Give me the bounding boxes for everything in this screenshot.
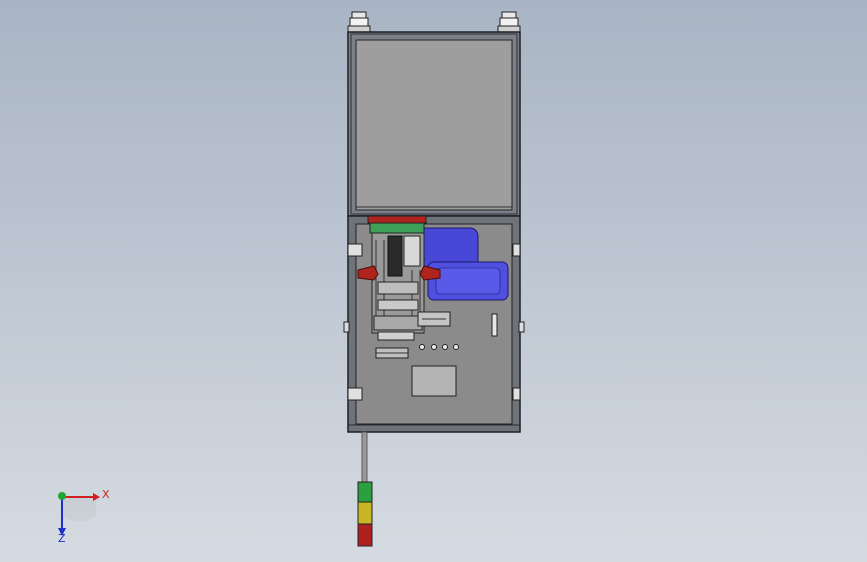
top-mount-left [347,11,371,33]
tower-light-yellow [357,501,373,525]
top-label-green [369,222,425,234]
tower-light-green [357,481,373,503]
signal-tower [357,431,373,547]
y-axis-icon [58,492,66,500]
top-label-red [367,215,427,224]
enclosure-upper [347,11,521,217]
side-connector [491,313,498,337]
z-axis-label: Z [58,532,66,545]
coordinate-triad[interactable]: X Z [58,488,110,545]
upper-window-panel [355,39,513,211]
cad-viewport[interactable]: X Z [0,0,867,562]
control-box [411,365,457,397]
tower-pole [361,431,368,483]
top-mount-right [497,11,521,33]
x-axis-label: X [102,488,110,501]
tower-light-red [357,523,373,547]
